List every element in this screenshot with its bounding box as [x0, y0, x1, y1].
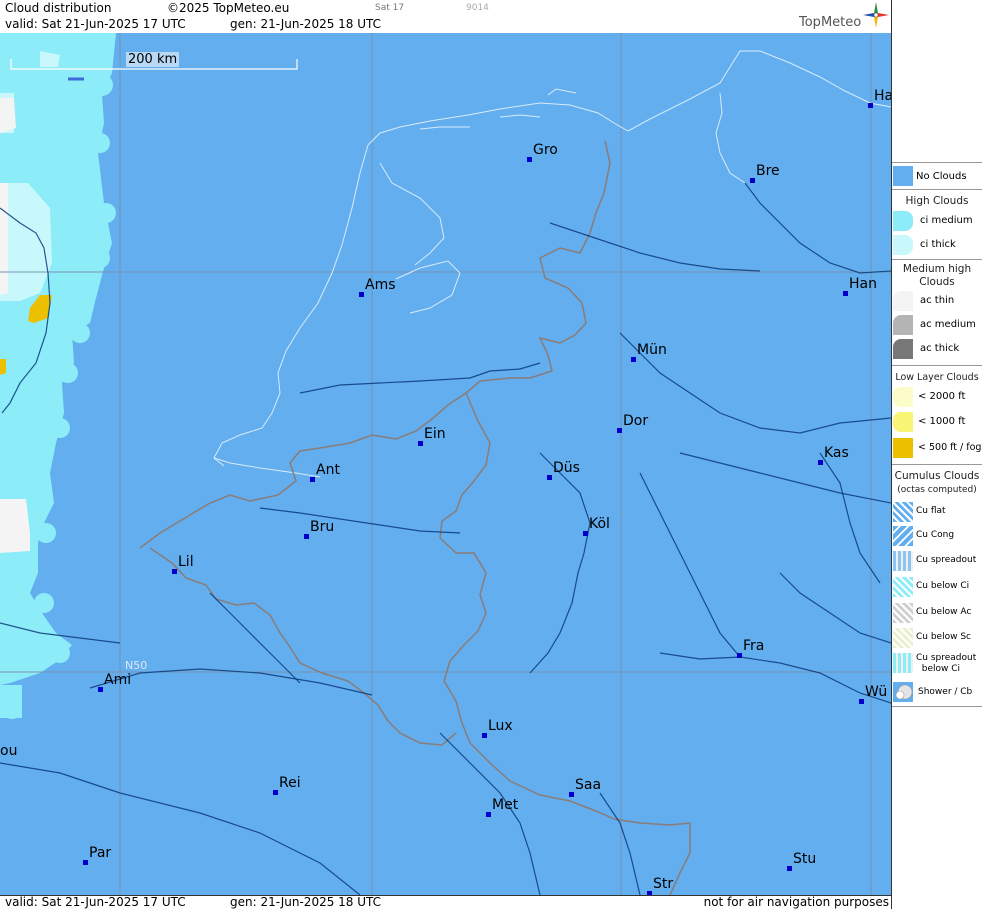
map-header: Cloud distribution ©2025 TopMeteo.eu Sat…: [0, 0, 891, 34]
copyright-text: ©2025 TopMeteo.eu: [167, 1, 290, 15]
legend-divider: [892, 189, 982, 190]
footer-generated-time: gen: 21-Jun-2025 18 UTC: [230, 895, 382, 909]
cu-cong-swatch: [893, 526, 913, 546]
legend-panel: No Clouds High Clouds ci medium ci thick…: [891, 0, 983, 909]
rivers: [0, 182, 891, 895]
city-dot-icon: [547, 475, 552, 480]
cu-below-ac-swatch: [893, 603, 913, 623]
ac-medium-swatch: [893, 315, 913, 335]
ac-thick-swatch: [893, 339, 913, 359]
scale-label: 200 km: [126, 52, 180, 67]
legend-high-title: High Clouds: [905, 195, 969, 207]
no-clouds-swatch: [893, 166, 913, 186]
shower-swatch-icon: [893, 682, 913, 702]
cu-spreadout-swatch: [893, 551, 913, 571]
legend-cu-title: Cumulus Clouds (octas computed): [894, 470, 980, 495]
legend-divider: [892, 365, 982, 366]
satellite-label: Sat 17: [375, 3, 405, 13]
lt1000-swatch: [893, 412, 913, 432]
cu-below-sc-swatch: [893, 628, 913, 648]
city-dot-icon: [737, 653, 742, 658]
map-title: Cloud distribution: [5, 1, 112, 15]
legend-low-title: Low Layer Clouds: [895, 372, 979, 383]
city-dot-icon: [310, 477, 315, 482]
city-dot-icon: [172, 569, 177, 574]
ci-thick-swatch: [893, 235, 913, 255]
generated-time: gen: 21-Jun-2025 18 UTC: [230, 17, 382, 31]
city-dot-icon: [843, 291, 848, 296]
city-dot-icon: [527, 157, 532, 162]
city-dot-icon: [359, 292, 364, 297]
city-dot-icon: [617, 428, 622, 433]
lt500-swatch: [893, 438, 913, 458]
legend-divider: [892, 162, 982, 163]
coastline: [213, 50, 891, 478]
city-dot-icon: [482, 733, 487, 738]
disclaimer-text: not for air navigation purposes: [703, 895, 889, 909]
city-dot-icon: [273, 790, 278, 795]
city-dot-icon: [818, 460, 823, 465]
compass-logo-icon: [863, 2, 889, 28]
cu-flat-swatch: [893, 502, 913, 522]
cu-spreadout-below-ci-swatch: [893, 653, 913, 673]
city-dot-icon: [304, 534, 309, 539]
city-dot-icon: [750, 178, 755, 183]
ac-thin-swatch: [893, 291, 913, 311]
latitude-label: N50: [125, 659, 148, 672]
product-code: 9014: [466, 3, 489, 13]
legend-divider: [892, 706, 982, 707]
cirrus-thick-area: [0, 33, 116, 719]
cu-below-ci-swatch: [893, 577, 913, 597]
ci-medium-swatch: [893, 211, 913, 231]
city-dot-icon: [787, 866, 792, 871]
city-dot-icon: [868, 103, 873, 108]
valid-time: valid: Sat 21-Jun-2025 17 UTC: [5, 17, 186, 31]
legend-medium-title: Medium high Clouds: [902, 263, 972, 288]
city-dot-icon: [569, 792, 574, 797]
map-footer: valid: Sat 21-Jun-2025 17 UTC gen: 21-Ju…: [0, 895, 891, 910]
city-dot-icon: [83, 860, 88, 865]
city-dot-icon: [583, 531, 588, 536]
city-dot-icon: [418, 441, 423, 446]
city-dot-icon: [631, 357, 636, 362]
city-dot-icon: [98, 687, 103, 692]
legend-divider: [892, 259, 982, 260]
legend-divider: [892, 464, 982, 465]
lt2000-swatch: [893, 387, 913, 407]
city-dot-icon: [486, 812, 491, 817]
cloud-map[interactable]: 200 km N50 Ha Gro Bre Ams Han Mün Ein Do…: [0, 33, 891, 895]
brand-name: TopMeteo: [799, 15, 862, 30]
city-dot-icon: [859, 699, 864, 704]
footer-valid-time: valid: Sat 21-Jun-2025 17 UTC: [5, 895, 186, 909]
